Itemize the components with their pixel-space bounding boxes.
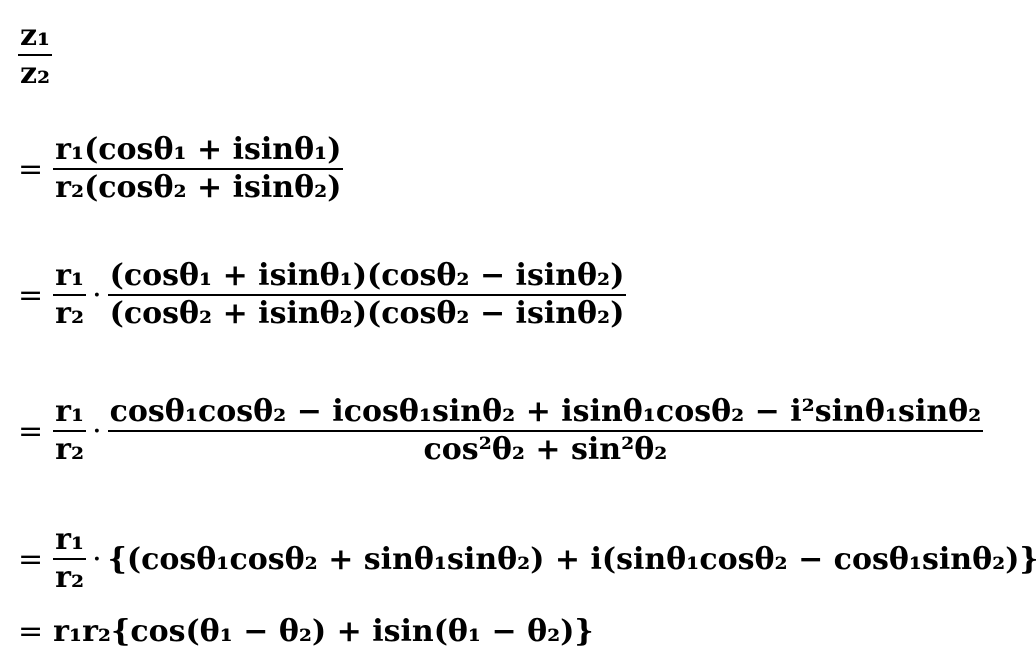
denominator: r₂ [55, 560, 85, 595]
denominator: z₂ [20, 56, 51, 91]
fraction-conjugate-product: (cosθ₁ + isinθ₁)(cosθ₂ − isinθ₂) (cosθ₂ … [107, 258, 627, 332]
fraction-r1-over-r2: r₁ r₂ [53, 394, 87, 468]
denominator: cos²θ₂ + sin²θ₂ [423, 432, 668, 467]
multiplication-dot: · [92, 413, 102, 449]
equals-sign: = [18, 413, 44, 449]
fraction-r1-over-r2: r₁ r₂ [53, 522, 87, 596]
equals-sign: = [18, 277, 44, 313]
numerator: r₁ [55, 522, 85, 557]
fraction-r1-over-r2: r₁ r₂ [53, 258, 87, 332]
denominator: r₂ [55, 432, 85, 467]
multiplication-dot: · [92, 277, 102, 313]
numerator: r₁ [55, 394, 85, 429]
equals-sign: = [18, 541, 44, 577]
equation-line-1: z₁ z₂ [18, 18, 53, 92]
fraction-z1-over-z2: z₁ z₂ [18, 18, 53, 92]
fraction-polar-form: r₁(cosθ₁ + isinθ₁) r₂(cosθ₂ + isinθ₂) [53, 132, 344, 206]
equation-line-5: = r₁ r₂ · {(cosθ₁cosθ₂ + sinθ₁sinθ₂) + i… [18, 522, 1036, 596]
numerator: r₁(cosθ₁ + isinθ₁) [55, 132, 342, 167]
equation-line-3: = r₁ r₂ · (cosθ₁ + isinθ₁)(cosθ₂ − isinθ… [18, 258, 627, 332]
equals-sign: = [18, 614, 44, 649]
result-expression: r₁r₂{cos(θ₁ − θ₂) + isin(θ₁ − θ₂)} [53, 614, 594, 649]
expression-text: {(cosθ₁cosθ₂ + sinθ₁sinθ₂) + i(sinθ₁cosθ… [107, 541, 1036, 577]
denominator: r₂ [55, 296, 85, 331]
fraction-expanded: cosθ₁cosθ₂ − icosθ₁sinθ₂ + isinθ₁cosθ₂ −… [107, 394, 984, 468]
numerator: cosθ₁cosθ₂ − icosθ₁sinθ₂ + isinθ₁cosθ₂ −… [109, 394, 982, 429]
equals-sign: = [18, 151, 44, 187]
numerator: (cosθ₁ + isinθ₁)(cosθ₂ − isinθ₂) [109, 258, 625, 293]
denominator: r₂(cosθ₂ + isinθ₂) [55, 170, 342, 205]
numerator: r₁ [55, 258, 85, 293]
multiplication-dot: · [92, 541, 102, 577]
numerator: z₁ [20, 18, 51, 53]
equation-line-2: = r₁(cosθ₁ + isinθ₁) r₂(cosθ₂ + isinθ₂) [18, 132, 344, 206]
equation-line-6: = r₁r₂{cos(θ₁ − θ₂) + isin(θ₁ − θ₂)} [18, 614, 594, 649]
denominator: (cosθ₂ + isinθ₂)(cosθ₂ − isinθ₂) [109, 296, 625, 331]
equation-line-4: = r₁ r₂ · cosθ₁cosθ₂ − icosθ₁sinθ₂ + isi… [18, 394, 984, 468]
